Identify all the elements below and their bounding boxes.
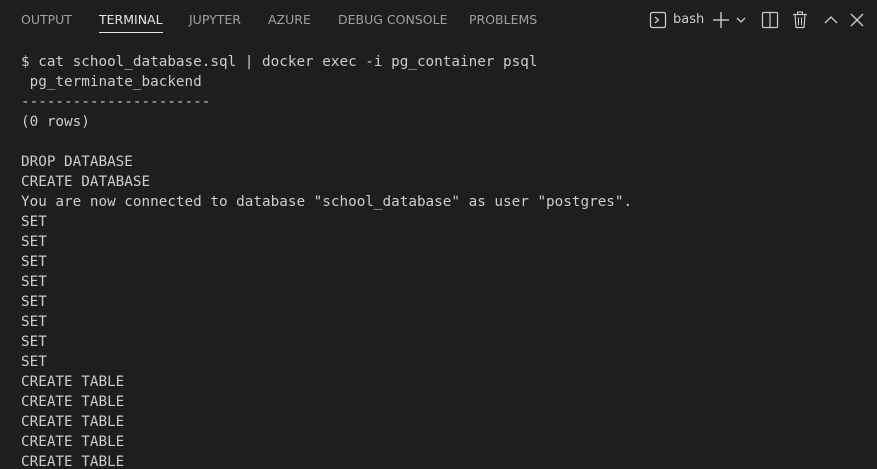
plus-icon — [713, 12, 729, 28]
terminal-line: SET — [21, 314, 47, 330]
tab-problems[interactable]: PROBLEMS — [469, 0, 537, 40]
tab-output-label: OUTPUT — [21, 12, 72, 27]
terminal-line: CREATE TABLE — [21, 454, 125, 469]
terminal-line: DROP DATABASE — [21, 154, 133, 170]
terminal-line: You are now connected to database "schoo… — [21, 194, 633, 210]
kill-terminal-button[interactable] — [790, 9, 810, 31]
terminal-line: SET — [21, 274, 47, 290]
terminal-line: pg_terminate_backend — [21, 74, 202, 90]
shell-name: bash — [673, 12, 705, 27]
split-terminal-icon — [761, 11, 779, 29]
tab-jupyter-label: JUPYTER — [189, 12, 241, 27]
terminal-line: CREATE TABLE — [21, 374, 125, 390]
terminal-line: SET — [21, 354, 47, 370]
terminal-line: SET — [21, 294, 47, 310]
terminal-line: SET — [21, 214, 47, 230]
terminal-line: ---------------------- — [21, 94, 211, 110]
terminal-line: CREATE TABLE — [21, 414, 125, 430]
terminal-line: $ cat school_database.sql | docker exec … — [21, 54, 538, 70]
terminal-dropdown-button[interactable] — [734, 9, 748, 31]
maximize-panel-button[interactable] — [822, 9, 840, 31]
tab-terminal-label: TERMINAL — [99, 12, 163, 27]
new-terminal-button[interactable] — [711, 9, 731, 31]
tab-jupyter[interactable]: JUPYTER — [189, 0, 241, 40]
tab-output[interactable]: OUTPUT — [21, 0, 72, 40]
terminal-line: SET — [21, 254, 47, 270]
terminal-line: SET — [21, 234, 47, 250]
tab-azure-label: AZURE — [268, 12, 311, 27]
terminal-line: CREATE TABLE — [21, 434, 125, 450]
tab-problems-label: PROBLEMS — [469, 12, 538, 27]
close-panel-button[interactable] — [848, 9, 866, 31]
close-icon — [850, 13, 864, 27]
terminal-line: (0 rows) — [21, 114, 90, 130]
tab-terminal[interactable]: TERMINAL — [99, 0, 163, 40]
terminal-line: CREATE DATABASE — [21, 174, 151, 190]
chevron-down-icon — [736, 17, 746, 23]
panel-tab-bar: OUTPUT TERMINAL JUPYTER AZURE DEBUG CONS… — [0, 0, 877, 40]
terminal-shell-icon — [649, 11, 667, 29]
tab-debug-console[interactable]: DEBUG CONSOLE — [338, 0, 447, 40]
split-terminal-button[interactable] — [760, 9, 780, 31]
terminal-output[interactable]: $ cat school_database.sql | docker exec … — [21, 52, 871, 469]
chevron-up-icon — [824, 16, 838, 24]
terminal-line: CREATE TABLE — [21, 394, 125, 410]
tab-debug-console-label: DEBUG CONSOLE — [338, 12, 448, 27]
terminal-line: SET — [21, 334, 47, 350]
active-tab-indicator — [99, 32, 163, 33]
tab-azure[interactable]: AZURE — [268, 0, 311, 40]
terminal-panel: OUTPUT TERMINAL JUPYTER AZURE DEBUG CONS… — [0, 0, 877, 469]
trash-icon — [793, 11, 807, 29]
